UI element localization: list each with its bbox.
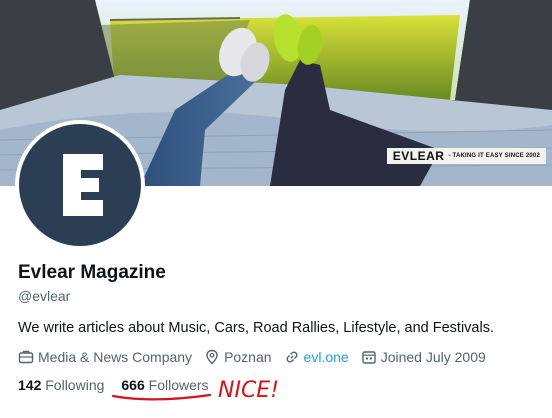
followers-link[interactable]: 666 Followers xyxy=(121,377,208,393)
profile-meta: Media & News Company Poznan evl.one Join… xyxy=(18,348,498,366)
profile-handle: @evlear xyxy=(18,288,71,304)
nice-handwritten-text: NICE! xyxy=(218,378,279,403)
meta-location: Poznan xyxy=(204,349,272,365)
followers-label: Followers xyxy=(148,377,209,393)
profile-stats: 142 Following 666 Followers xyxy=(18,377,226,393)
meta-category-label: Media & News Company xyxy=(38,349,193,365)
avatar-logo-e xyxy=(63,154,103,216)
following-link[interactable]: 142 Following xyxy=(18,377,104,393)
link-icon xyxy=(286,351,298,363)
following-count: 142 xyxy=(18,377,42,393)
meta-location-label: Poznan xyxy=(224,349,272,365)
avatar[interactable] xyxy=(15,120,145,250)
meta-joined: Joined July 2009 xyxy=(361,349,486,365)
banner-brand-tag: EVLEAR - TAKING IT EASY SINCE 2002 xyxy=(386,148,546,164)
banner-brand: EVLEAR xyxy=(392,149,445,163)
followers-count: 666 xyxy=(121,377,145,393)
banner-slogan: - TAKING IT EASY SINCE 2002 xyxy=(448,153,540,159)
profile-bio: We write articles about Music, Cars, Roa… xyxy=(18,320,494,336)
website-link[interactable]: evl.one xyxy=(304,349,349,365)
location-pin-icon xyxy=(206,349,218,365)
calendar-icon xyxy=(362,351,376,364)
underline-scribble xyxy=(111,393,212,401)
meta-joined-label: Joined July 2009 xyxy=(380,349,486,365)
following-label: Following xyxy=(45,377,105,393)
profile-name: Evlear Magazine xyxy=(18,262,166,283)
avatar-image xyxy=(19,124,141,246)
meta-category: Media & News Company xyxy=(18,349,192,365)
meta-website: evl.one xyxy=(284,349,349,365)
briefcase-icon xyxy=(18,350,34,364)
